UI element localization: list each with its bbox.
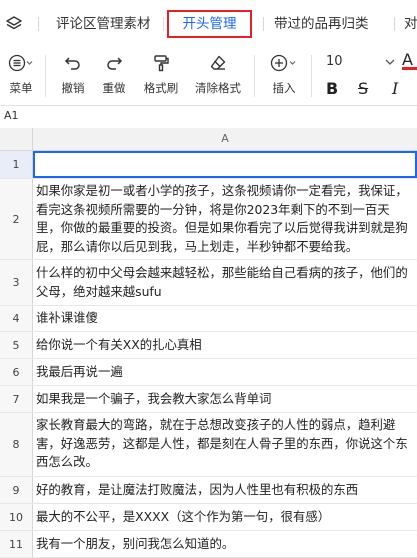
font-size-select[interactable]: 10 [326, 54, 343, 69]
tab-separator [163, 17, 164, 31]
redo-button[interactable]: 重做 [97, 51, 131, 96]
table-row: 6 我最后再说一遍 [0, 359, 417, 386]
cell-a1[interactable] [33, 151, 417, 178]
cell-a7[interactable]: 如果我是一个骗子，我会教大家怎么背单词 [33, 386, 417, 412]
layers-icon[interactable] [4, 14, 24, 34]
chevron-down-icon[interactable] [384, 57, 396, 67]
tab-separator [394, 17, 395, 31]
row-number[interactable]: 2 [0, 179, 33, 259]
cell-a9[interactable]: 好的教育，是让魔法打败魔法，因为人性里也有积极的东西 [33, 477, 417, 503]
cell-a10[interactable]: 最大的不公平，是XXXX（这个作为第一句，很有感） [33, 504, 417, 530]
tab-opening-management[interactable]: 开头管理 [167, 10, 252, 38]
tab-separator [38, 17, 39, 31]
cell-a4[interactable]: 谁补课谁傻 [33, 306, 417, 331]
table-row: 9 好的教育，是让魔法打败魔法，因为人性里也有积极的东西 [0, 477, 417, 504]
tab-separator [263, 17, 264, 31]
table-row: 11 我有一个朋友，别问我怎么知道的。 [0, 531, 417, 558]
insert-label: 插入 [272, 81, 296, 95]
strikethrough-button[interactable]: S [358, 79, 368, 98]
row-number[interactable]: 3 [0, 260, 33, 305]
undo-label: 撤销 [61, 81, 85, 95]
bold-button[interactable]: B [326, 79, 338, 98]
toolbar-divider [254, 55, 255, 97]
menu-icon [8, 54, 33, 72]
cell-a6[interactable]: 我最后再说一遍 [33, 359, 417, 385]
table-row: 2 如果你家是初一或者小学的孩子，这条视频请你一定看完，我保证，看完这条视频所需… [0, 179, 417, 260]
toolbar: 菜单 撤销 重做 格式刷 清除格式 插入 [0, 47, 417, 106]
row-number[interactable]: 11 [0, 531, 33, 557]
toolbar-divider [45, 55, 46, 97]
name-box[interactable]: A1 [4, 109, 19, 122]
cell-a8[interactable]: 家长教育最大的弯路，就在于总想改变孩子的人性的弱点，趋利避害，好逸恶劳，这都是人… [33, 413, 417, 476]
font-color-swatch [402, 67, 417, 70]
clear-format-label: 清除格式 [195, 81, 241, 95]
undo-icon [64, 57, 80, 70]
row-number[interactable]: 1 [0, 151, 33, 178]
table-row: 1 [0, 151, 417, 179]
table-row: 10 最大的不公平，是XXXX（这个作为第一句，很有感） [0, 504, 417, 531]
insert-button[interactable]: 插入 [264, 51, 304, 96]
column-header-row: A [0, 128, 417, 151]
select-all-corner[interactable] [0, 128, 33, 150]
font-color-button[interactable]: A [402, 50, 417, 66]
table-row: 8 家长教育最大的弯路，就在于总想改变孩子的人性的弱点，趋利避害，好逸恶劳，这都… [0, 413, 417, 477]
row-number[interactable]: 10 [0, 504, 33, 530]
redo-icon [107, 57, 123, 70]
cell-a2[interactable]: 如果你家是初一或者小学的孩子，这条视频请你一定看完，我保证，看完这条视频所需要的… [33, 179, 417, 259]
row-number[interactable]: 7 [0, 386, 33, 412]
column-header-a[interactable]: A [33, 128, 417, 150]
table-row: 3 什么样的初中父母会越来越轻松，那些能给自己看病的孩子，他们的父母，绝对越来越… [0, 260, 417, 306]
menu-label: 菜单 [9, 81, 33, 95]
tab-partial[interactable]: 对 [398, 10, 417, 38]
table-row: 4 谁补课谁傻 [0, 306, 417, 332]
clear-format-button[interactable]: 清除格式 [190, 51, 246, 96]
cell-a5[interactable]: 给你说一个有关XX的扎心真相 [33, 332, 417, 358]
format-painter-button[interactable]: 格式刷 [139, 51, 183, 96]
sheet-tab-bar: 评论区管理素材 开头管理 带过的品再归类 对 [0, 0, 417, 48]
italic-button[interactable]: I [392, 79, 398, 98]
row-number[interactable]: 9 [0, 477, 33, 503]
cell-a11[interactable]: 我有一个朋友，别问我怎么知道的。 [33, 531, 417, 557]
toolbar-divider [311, 55, 312, 97]
row-number[interactable]: 6 [0, 359, 33, 385]
redo-label: 重做 [102, 81, 126, 95]
format-painter-icon [154, 55, 169, 72]
format-painter-label: 格式刷 [143, 81, 179, 95]
row-number[interactable]: 5 [0, 332, 33, 358]
table-row: 7 如果我是一个骗子，我会教大家怎么背单词 [0, 386, 417, 413]
row-number[interactable]: 8 [0, 413, 33, 476]
tab-reclassify-products[interactable]: 带过的品再归类 [268, 10, 375, 38]
table-row: 5 给你说一个有关XX的扎心真相 [0, 332, 417, 359]
menu-button[interactable]: 菜单 [4, 51, 38, 96]
tab-comment-material[interactable]: 评论区管理素材 [50, 10, 157, 38]
cell-a3[interactable]: 什么样的初中父母会越来越轻松，那些能给自己看病的孩子，他们的父母，绝对越来越su… [33, 260, 417, 305]
name-box-row: A1 [0, 106, 417, 129]
undo-button[interactable]: 撤销 [56, 51, 90, 96]
eraser-icon [210, 55, 226, 70]
plus-circle-icon [270, 54, 296, 72]
row-number[interactable]: 4 [0, 306, 33, 331]
